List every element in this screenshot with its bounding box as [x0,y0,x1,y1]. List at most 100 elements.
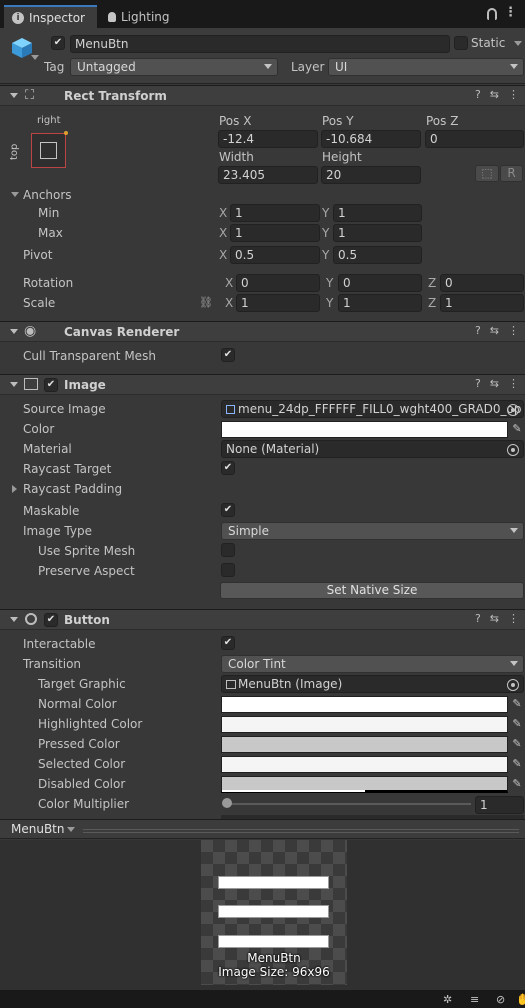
maskable-checkbox[interactable]: ✔ [221,503,235,517]
presets-icon[interactable]: ⇆ [490,88,499,101]
eyedropper-icon[interactable]: ✎ [510,697,524,711]
raycast-padding-fold-icon[interactable] [12,485,17,493]
fold-arrow-icon[interactable] [10,617,18,622]
eyedropper-icon[interactable]: ✎ [510,422,524,436]
scale-x-field[interactable]: 1 [236,294,320,312]
pivot-x-field[interactable]: 0.5 [230,246,320,264]
fold-arrow-icon[interactable] [10,329,18,334]
scale-y-field[interactable]: 1 [338,294,422,312]
component-menu-icon[interactable]: ⋮ [508,88,519,101]
use-sprite-mesh-checkbox[interactable] [221,543,235,557]
eyedropper-icon[interactable]: ✎ [510,777,524,791]
component-menu-icon[interactable]: ⋮ [508,612,519,625]
eyedropper-icon[interactable]: ✎ [510,717,524,731]
presets-icon[interactable]: ⇆ [490,612,499,625]
object-picker-icon[interactable] [507,404,519,416]
min-y-field[interactable]: 1 [333,204,422,222]
canvas-renderer-header[interactable]: ◉ Canvas Renderer ? ⇆ ⋮ [0,321,525,342]
max-y-field[interactable]: 1 [333,224,422,242]
height-field[interactable]: 20 [321,166,421,184]
tab-inspector[interactable]: i Inspector [4,5,97,28]
rot-z-label: Z [428,276,437,290]
static-checkbox[interactable] [454,36,468,50]
active-toggle[interactable]: ✔ [51,36,65,50]
scene-visibility-icon[interactable]: ⊘ [496,993,505,1006]
preview-header: MenuBtn [0,819,525,839]
image-type-dropdown[interactable]: Simple [221,522,524,540]
normal-color-swatch[interactable] [221,696,508,713]
raycast-target-checkbox[interactable]: ✔ [221,461,235,475]
raw-edit-button[interactable]: R [500,165,523,182]
presets-icon[interactable]: ⇆ [490,324,499,337]
lock-icon[interactable] [487,8,497,20]
rect-transform-header[interactable]: ⛶ Rect Transform ? ⇆ ⋮ [0,85,525,106]
preview-object-dropdown[interactable]: MenuBtn [11,822,65,836]
target-graphic-field[interactable]: MenuBtn (Image) [221,675,524,693]
preserve-aspect-checkbox[interactable] [221,563,235,577]
object-picker-icon[interactable] [507,444,519,456]
multiplier-slider-track[interactable] [226,803,471,805]
pos-y-field[interactable]: -10.684 [321,130,421,148]
tag-dropdown[interactable]: Untagged [70,58,278,76]
kebab-menu-icon[interactable]: ⋮ [504,6,517,20]
max-label: Max [38,226,63,240]
raycast-padding-label[interactable]: Raycast Padding [23,482,122,496]
eyedropper-icon[interactable]: ✎ [510,757,524,771]
help-icon[interactable]: ? [475,377,481,390]
source-image-field[interactable]: menu_24dp_FFFFFF_FILL0_wght400_GRAD0_op [221,400,524,418]
transition-value: Color Tint [228,657,286,671]
eyedropper-icon[interactable]: ✎ [510,737,524,751]
static-dropdown-arrow[interactable] [514,41,522,46]
min-y-label: Y [322,206,330,220]
rotation-x-field[interactable]: 0 [236,274,320,292]
interactable-checkbox[interactable]: ✔ [221,636,235,650]
multiplier-field[interactable]: 1 [475,796,524,814]
blueprint-mode-button[interactable]: ⬚ [475,165,499,182]
set-native-size-button[interactable]: Set Native Size [220,582,524,599]
icon-dropdown-arrow[interactable] [31,55,39,60]
multiplier-slider-handle[interactable] [222,798,232,808]
anchors-fold-icon[interactable] [11,192,19,197]
fold-arrow-icon[interactable] [10,93,18,98]
fold-arrow-icon[interactable] [10,382,18,387]
help-icon[interactable]: ? [475,612,481,625]
object-picker-icon[interactable] [507,679,519,691]
stack-icon[interactable]: ≡ [470,993,479,1006]
button-component-icon [25,613,37,625]
button-enabled-checkbox[interactable]: ✔ [44,613,58,627]
rotation-z-field[interactable]: 0 [440,274,524,292]
link-scale-icon[interactable]: ⛓ [199,296,213,309]
preview-dropdown-arrow[interactable] [67,827,75,832]
width-field[interactable]: 23.405 [218,166,318,184]
presets-icon[interactable]: ⇆ [490,377,499,390]
layer-dropdown[interactable]: UI [328,58,524,76]
transition-label: Transition [23,657,82,671]
selected-color-swatch[interactable] [221,756,508,773]
pos-z-field[interactable]: 0 [425,130,524,148]
component-menu-icon[interactable]: ⋮ [508,324,519,337]
highlighted-color-swatch[interactable] [221,716,508,733]
scale-z-field[interactable]: 1 [440,294,524,312]
help-icon[interactable]: ? [475,88,481,101]
pos-x-field[interactable]: -12.4 [218,130,318,148]
object-name-field[interactable]: MenuBtn [70,35,450,53]
pick-icon[interactable]: ✋ [516,993,525,1006]
image-header[interactable]: ✔ Image ? ⇆ ⋮ [0,374,525,395]
help-icon[interactable]: ? [475,324,481,337]
cull-transparent-mesh-checkbox[interactable]: ✔ [221,348,235,362]
button-header[interactable]: ✔ Button ? ⇆ ⋮ [0,609,525,630]
raycast-target-label: Raycast Target [23,462,112,476]
component-menu-icon[interactable]: ⋮ [508,377,519,390]
min-x-field[interactable]: 1 [230,204,320,222]
pivot-y-field[interactable]: 0.5 [333,246,422,264]
anchor-preset-button[interactable] [31,131,68,168]
material-field[interactable]: None (Material) [221,440,524,458]
image-enabled-checkbox[interactable]: ✔ [44,378,58,392]
max-x-field[interactable]: 1 [230,224,320,242]
color-swatch[interactable] [221,421,508,438]
transition-dropdown[interactable]: Color Tint [221,655,524,673]
rotation-y-field[interactable]: 0 [338,274,422,292]
debug-icon[interactable]: ✲ [443,993,452,1006]
pressed-color-swatch[interactable] [221,736,508,753]
tab-lighting[interactable]: Lighting [100,5,180,28]
